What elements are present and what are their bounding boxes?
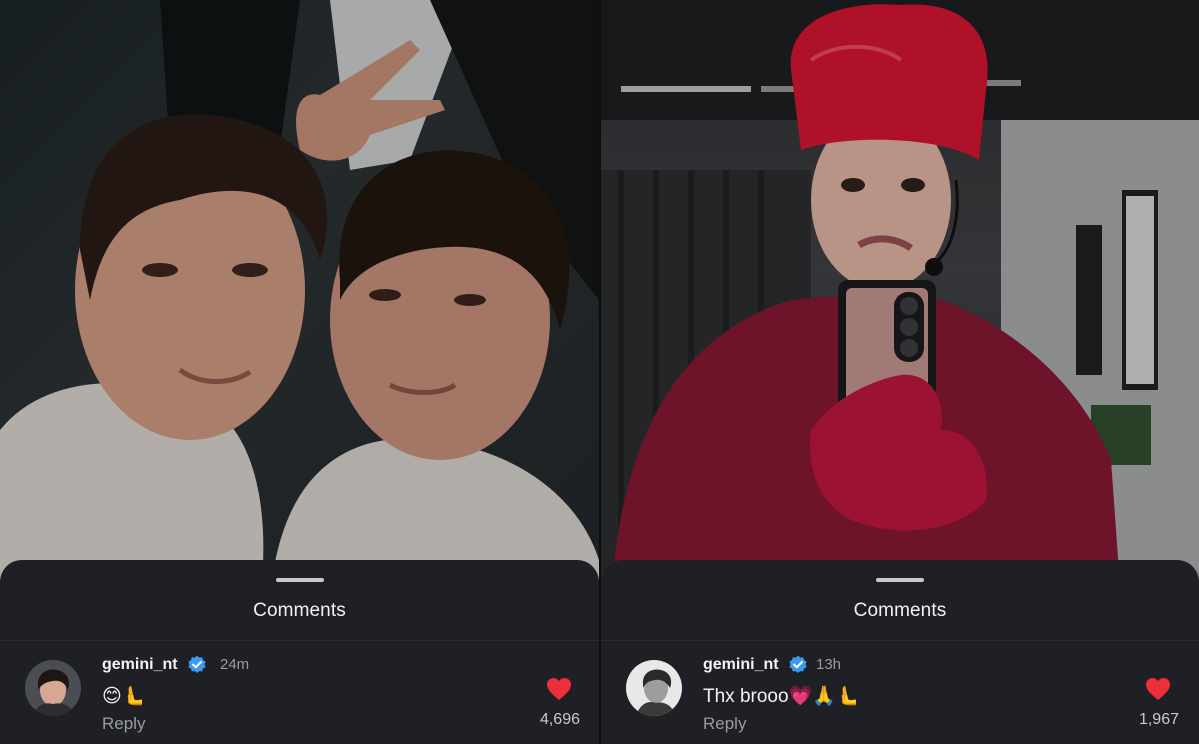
verified-badge-icon <box>789 655 807 673</box>
heart-icon[interactable] <box>1145 677 1171 701</box>
comment-username[interactable]: gemini_nt <box>102 656 178 674</box>
comment-username[interactable]: gemini_nt <box>703 656 779 674</box>
like-count: 1,967 <box>1138 711 1179 728</box>
mirror-selfie-image <box>601 0 1199 600</box>
avatar[interactable] <box>626 660 682 716</box>
comment-text: Thx brooo💗🙏🫷 <box>703 686 860 707</box>
heart-icon[interactable] <box>546 677 572 701</box>
story-photo <box>601 0 1199 600</box>
story-panel-right: Comments gemini_nt 13h Thx brooo💗🙏🫷 Repl… <box>601 0 1199 744</box>
two-people-selfie-image <box>0 0 599 600</box>
reply-button[interactable]: Reply <box>703 714 746 734</box>
comments-title: Comments <box>253 600 346 621</box>
comment-timestamp: 24m <box>220 656 250 673</box>
comment-timestamp: 13h <box>816 656 842 673</box>
story-panel-left: Comments gemini_nt 24m 😊🫷 Reply 4,696 <box>0 0 599 744</box>
comments-title: Comments <box>853 600 947 621</box>
avatar-photo <box>626 660 682 716</box>
sheet-drag-handle[interactable] <box>275 578 324 582</box>
divider <box>0 640 599 641</box>
comment-text: 😊🫷 <box>102 686 146 707</box>
reply-button[interactable]: Reply <box>102 714 145 734</box>
avatar[interactable] <box>25 660 81 716</box>
like-count: 4,696 <box>539 711 580 728</box>
comments-sheet: Comments gemini_nt 13h Thx brooo💗🙏🫷 Repl… <box>601 560 1199 744</box>
story-photo <box>0 0 599 600</box>
avatar-photo <box>25 660 81 716</box>
verified-badge-icon <box>188 655 206 673</box>
sheet-drag-handle[interactable] <box>876 578 924 582</box>
comments-sheet: Comments gemini_nt 24m 😊🫷 Reply 4,696 <box>0 560 599 744</box>
divider <box>601 640 1199 641</box>
